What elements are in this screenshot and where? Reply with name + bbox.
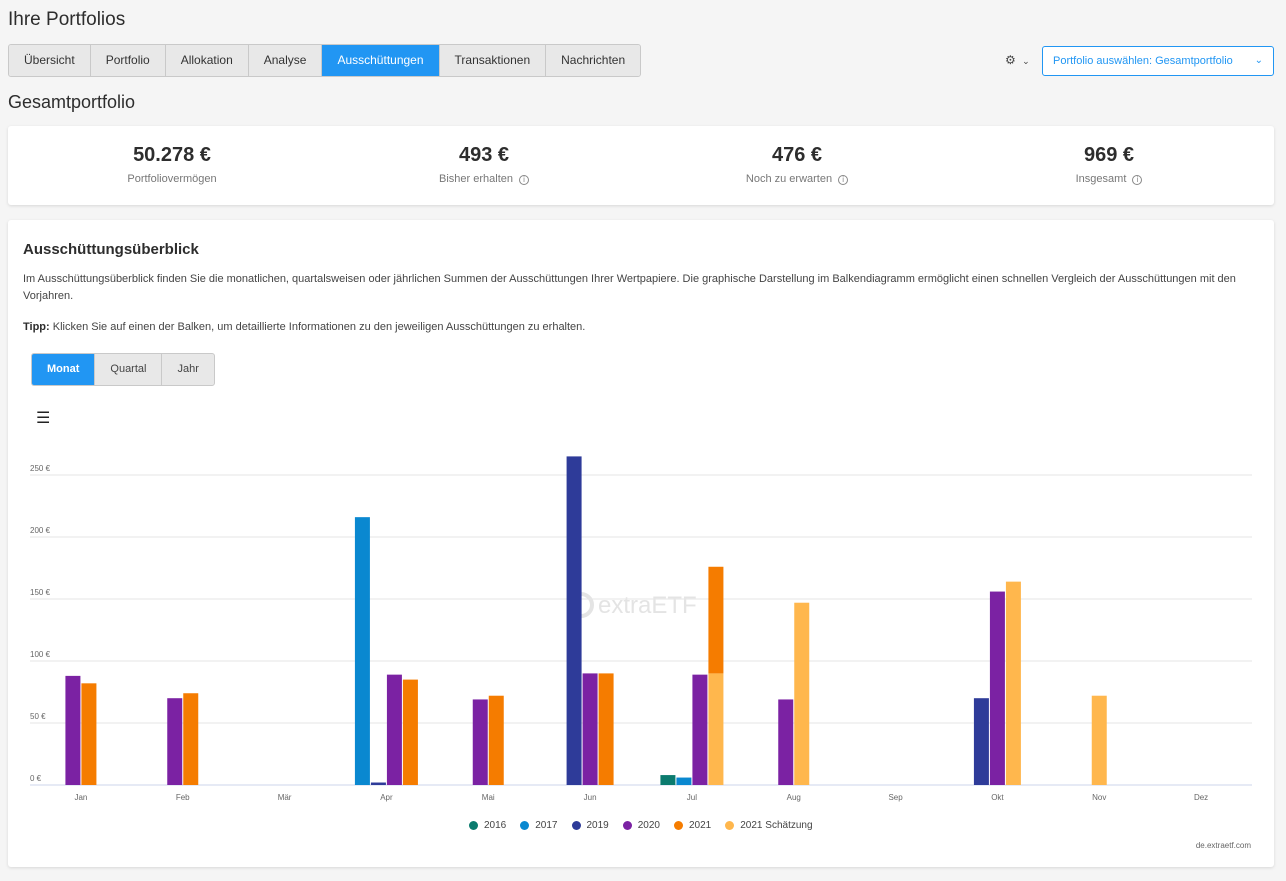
y-tick-label: 0 € [30,774,42,783]
chart-legend: 2016 2017 2019 2020 2021 2021 Schätzung [469,820,813,831]
stat-value: 476 € [771,144,823,166]
bar-2021 [598,673,614,785]
bar-2019 [370,782,386,785]
y-tick-label: 200 € [30,526,51,535]
gear-icon: ⚙ [1005,53,1016,67]
bar-2020 [778,699,794,785]
x-tick-label: Jul [687,793,697,802]
stat-label: Bisher erhalten [439,173,513,185]
stat-total: 969 € Insgesamt i [1009,144,1209,185]
bar-2021-schätzung [1005,581,1021,785]
legend-dot [674,821,683,830]
x-tick-label: Okt [991,793,1004,802]
bar-2021 [402,679,418,785]
stat-value: 493 € [458,144,510,166]
legend-dot [469,821,478,830]
distribution-overview-card: Ausschüttungsüberblick Im Ausschüttungsü… [8,220,1274,867]
x-tick-label: Apr [380,793,393,802]
x-tick-label: Jun [584,793,597,802]
stat-value: 969 € [1083,144,1135,166]
bar-2020 [989,591,1005,785]
portfolio-select[interactable]: Portfolio auswählen: Gesamtportfolio ⌄ [1042,46,1274,76]
info-icon[interactable]: i [519,175,529,185]
tab-nachrichten[interactable]: Nachrichten [546,45,641,76]
main-tabs: Übersicht Portfolio Allokation Analyse A… [8,44,642,77]
x-tick-label: Feb [176,793,190,802]
stat-label: Insgesamt [1075,173,1127,185]
legend-item-2020[interactable]: 2020 [622,820,660,831]
bar-2021 [183,693,199,785]
bar-2021 [708,566,724,674]
settings-dropdown[interactable]: ⚙ ⌄ [1005,53,1030,67]
info-icon[interactable]: i [1132,175,1143,185]
bar-2019 [566,456,582,785]
chart-credit: de.extraetf.com [1195,841,1251,850]
bar-2017 [676,777,692,785]
legend-label: 2021 [689,820,712,831]
legend-dot [725,821,735,830]
stat-label: Portfoliovermögen [127,173,217,185]
bar-2020 [472,699,488,785]
bar-2021-schätzung [1091,695,1107,785]
distribution-bar-chart: 0 € 50 € 100 € 150 € 200 € 250 € Jan Feb Mär Apr M… [30,456,1252,802]
x-tick-label: Sep [888,793,903,802]
chevron-down-icon: ⌄ [1022,56,1030,66]
bar-2019 [973,698,989,785]
y-tick-label: 150 € [30,588,51,597]
legend-dot [520,821,530,830]
portfolio-title: Gesamtportfolio [8,92,136,112]
legend-label: 2019 [586,820,609,831]
legend-dot [571,821,581,830]
legend-label: 2021 Schätzung [740,820,813,831]
bar-2021 [488,695,504,785]
x-tick-label: Aug [787,793,801,802]
legend-item-2021[interactable]: 2021 [674,820,711,831]
legend-item-2021-schaetzung[interactable]: 2021 Schätzung [725,820,813,831]
bar-2020 [65,675,81,785]
legend-label: 2017 [535,820,558,831]
bar-2021-schätzung [794,602,810,785]
x-tick-label: Jan [74,793,87,802]
bar-2021-schaetzung [708,673,724,785]
bar-2017 [354,517,370,785]
tab-analyse[interactable]: Analyse [248,45,323,76]
stats-card: 50.278 € Portfoliovermögen 493 € Bisher … [8,126,1274,205]
legend-item-2016[interactable]: 2016 [469,820,506,831]
stat-value: 50.278 € [133,144,211,166]
x-tick-label: Dez [1194,793,1208,802]
legend-dot [622,821,632,830]
stat-expected: 476 € Noch zu erwarten i [697,144,897,185]
y-tick-label: 50 € [30,712,46,721]
tab-uebersicht[interactable]: Übersicht [9,45,91,76]
y-tick-label: 250 € [30,464,51,473]
legend-item-2017[interactable]: 2017 [520,820,558,831]
legend-item-2019[interactable]: 2019 [571,820,609,831]
stat-label: Noch zu erwarten [745,173,833,185]
tab-transaktionen[interactable]: Transaktionen [439,45,547,76]
bar-2016 [660,775,676,785]
tab-portfolio[interactable]: Portfolio [90,45,166,76]
stat-portfolio-value: 50.278 € Portfoliovermögen [72,144,272,185]
portfolio-select-label: Portfolio auswählen: Gesamtportfolio [1053,55,1233,67]
stat-received: 493 € Bisher erhalten i [384,144,584,185]
tab-ausschuettungen[interactable]: Ausschüttungen [322,45,440,76]
bar-2020 [167,698,183,785]
bar-2021 [81,683,97,785]
x-tick-label: Mär [278,793,292,802]
info-icon[interactable]: i [838,175,849,185]
x-tick-label: Nov [1092,793,1106,802]
page-title: Ihre Portfolios [8,9,126,30]
y-tick-label: 100 € [30,650,51,659]
chevron-down-icon: ⌄ [1254,55,1263,66]
bar-2020 [386,674,402,785]
tab-allokation[interactable]: Allokation [165,45,249,76]
legend-label: 2020 [637,820,660,831]
x-tick-label: Mai [482,793,495,802]
bar-2020 [692,674,708,785]
legend-label: 2016 [484,820,507,831]
bar-2020 [582,673,598,785]
